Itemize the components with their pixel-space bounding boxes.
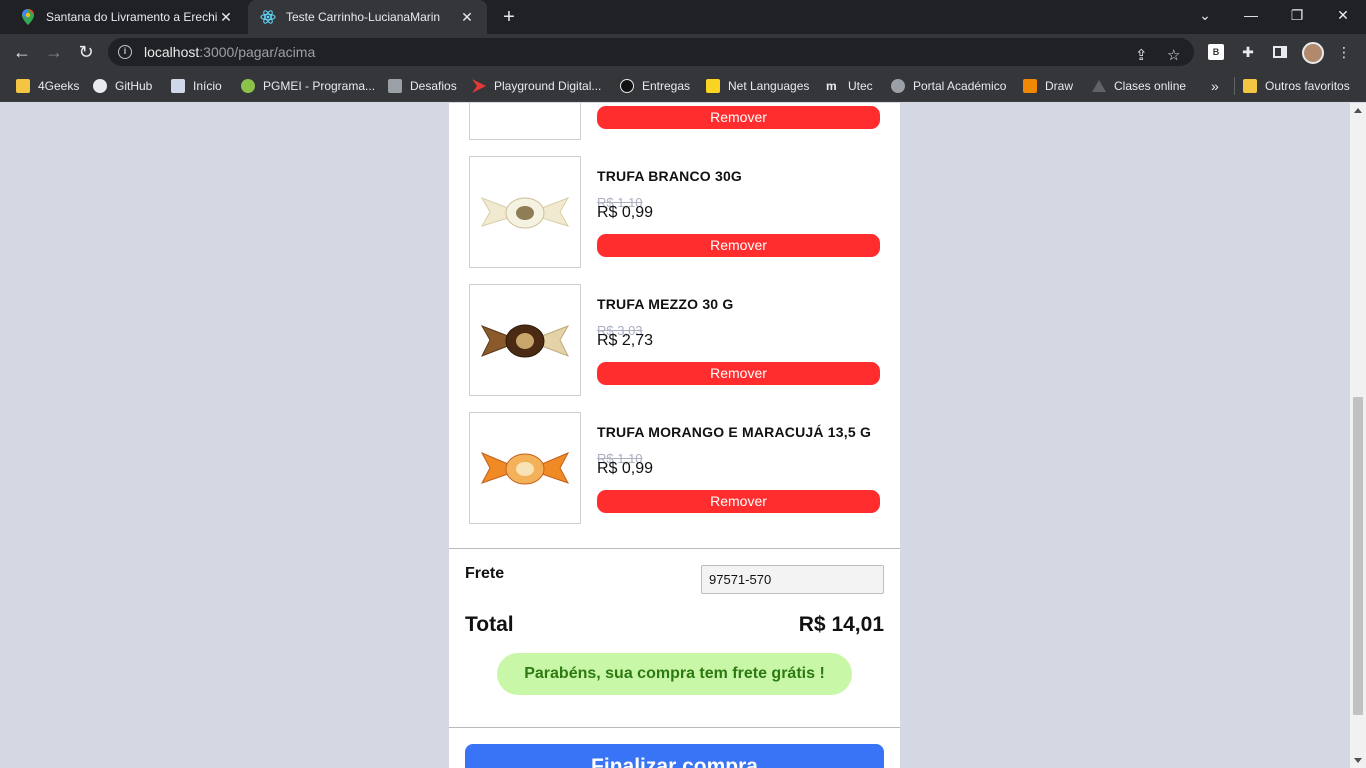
product-price: R$ 2,73 <box>597 332 654 349</box>
side-panel-icon[interactable] <box>1270 42 1290 62</box>
playground-chevron-icon <box>472 79 486 93</box>
scrollbar-thumb[interactable] <box>1353 397 1363 715</box>
bookmark-utec[interactable]: m Utec <box>826 77 873 95</box>
close-icon[interactable]: ✕ <box>459 9 475 26</box>
more-bookmarks-icon[interactable]: » <box>1211 77 1219 95</box>
github-icon <box>93 79 107 93</box>
store-icon <box>388 79 402 93</box>
remove-button[interactable]: Remover <box>597 106 880 129</box>
page-scrollbar[interactable] <box>1350 103 1366 768</box>
cep-input[interactable] <box>701 565 884 594</box>
divider <box>449 548 900 549</box>
star-icon[interactable]: ☆ <box>1167 46 1180 64</box>
new-tab-icon[interactable]: + <box>498 6 520 28</box>
product-name: TRUFA MORANGO E MARACUJÁ 13,5 G <box>597 424 872 440</box>
forward-arrow-icon[interactable]: → <box>40 38 68 66</box>
window-close-icon[interactable]: ✕ <box>1320 0 1366 30</box>
share-icon[interactable]: ⇪ <box>1135 46 1148 64</box>
tab-search-chevron-icon[interactable]: ⌄ <box>1182 0 1228 30</box>
total-label: Total <box>465 613 514 636</box>
page-viewport: Remover TRUFA BRANCO 30G R$ 1,10 R$ 0,99… <box>0 103 1350 768</box>
bookmark-inicio[interactable]: Início <box>171 77 222 95</box>
bookmark-github[interactable]: GitHub <box>93 77 152 95</box>
site-info-icon[interactable]: i <box>118 45 132 59</box>
triangle-icon <box>1092 80 1106 92</box>
moodle-icon: m <box>826 79 837 93</box>
globe-icon <box>891 79 905 93</box>
truffle-white-icon <box>480 197 570 229</box>
document-icon <box>171 79 185 93</box>
bookmark-clases-online[interactable]: Clases online <box>1092 77 1186 95</box>
reload-icon[interactable]: ↻ <box>72 38 100 66</box>
folder-icon <box>16 79 30 93</box>
bookmark-net-languages[interactable]: Net Languages <box>706 77 809 95</box>
avatar[interactable] <box>1302 42 1324 64</box>
scroll-down-arrow-icon[interactable] <box>1354 758 1362 763</box>
maps-pin-icon <box>20 9 36 25</box>
folder-icon <box>1243 79 1257 93</box>
extensions-puzzle-icon[interactable]: ✚ <box>1238 42 1258 62</box>
extension-b-icon[interactable]: B <box>1206 42 1226 62</box>
remove-button[interactable]: Remover <box>597 362 880 385</box>
free-shipping-badge: Parabéns, sua compra tem frete grátis ! <box>497 653 852 695</box>
frete-label: Frete <box>465 565 505 582</box>
cart-panel: Remover TRUFA BRANCO 30G R$ 1,10 R$ 0,99… <box>449 103 900 768</box>
pgmei-icon <box>241 79 255 93</box>
tab-title: Santana do Livramento a Erechim <box>46 10 218 24</box>
close-icon[interactable]: ✕ <box>218 9 234 26</box>
divider <box>449 727 900 728</box>
extension-label: B <box>1208 44 1224 60</box>
circle-icon <box>620 79 634 93</box>
browser-toolbar: ← → ↻ i localhost:3000/pagar/acima ⇪ ☆ B… <box>0 34 1366 70</box>
bookmark-draw[interactable]: Draw <box>1023 77 1073 95</box>
back-arrow-icon[interactable]: ← <box>8 38 36 66</box>
product-image <box>469 284 581 396</box>
tab-cart[interactable]: Teste Carrinho-LucianaMarin ✕ <box>248 0 487 34</box>
kebab-menu-icon[interactable]: ⋮ <box>1334 42 1354 62</box>
total-value: R$ 14,01 <box>798 613 884 636</box>
product-price: R$ 0,99 <box>597 204 654 221</box>
minimize-icon[interactable]: — <box>1228 0 1274 30</box>
url-path: :3000/pagar/acima <box>199 44 316 60</box>
bookmark-4geeks[interactable]: 4Geeks <box>16 77 79 95</box>
product-price: R$ 0,99 <box>597 460 654 477</box>
tab-maps[interactable]: Santana do Livramento a Erechim ✕ <box>8 0 246 34</box>
drawio-icon <box>1023 79 1037 93</box>
bookmarks-bar: 4Geeks GitHub Início PGMEI - Programa...… <box>0 70 1366 102</box>
other-favorites[interactable]: Outros favoritos <box>1234 77 1350 95</box>
url-host: localhost <box>144 44 200 60</box>
truffle-strawberry-icon <box>480 451 570 485</box>
product-image <box>469 103 581 140</box>
remove-button[interactable]: Remover <box>597 490 880 513</box>
finalize-purchase-button[interactable]: Finalizar compra <box>465 744 884 768</box>
bookmark-entregas[interactable]: Entregas <box>620 77 690 95</box>
product-image <box>469 156 581 268</box>
product-name: TRUFA BRANCO 30G <box>597 168 743 184</box>
restore-icon[interactable]: ❐ <box>1274 0 1320 30</box>
scroll-up-arrow-icon[interactable] <box>1354 108 1362 113</box>
truffle-mezzo-icon <box>480 324 570 358</box>
product-name: TRUFA MEZZO 30 G <box>597 296 734 312</box>
bookmark-desafios[interactable]: Desafios <box>388 77 457 95</box>
remove-button[interactable]: Remover <box>597 234 880 257</box>
address-bar[interactable]: i localhost:3000/pagar/acima ⇪ ☆ <box>108 38 1194 66</box>
bookmark-playground[interactable]: Playground Digital... <box>472 77 601 95</box>
browser-tab-strip: Santana do Livramento a Erechim ✕ Teste … <box>0 0 1366 34</box>
net-languages-icon <box>706 79 720 93</box>
product-image <box>469 412 581 524</box>
bookmark-portal-academico[interactable]: Portal Académico <box>891 77 1006 95</box>
tab-title: Teste Carrinho-LucianaMarin <box>286 10 441 24</box>
bookmark-pgmei[interactable]: PGMEI - Programa... <box>241 77 375 95</box>
react-icon <box>260 9 276 25</box>
